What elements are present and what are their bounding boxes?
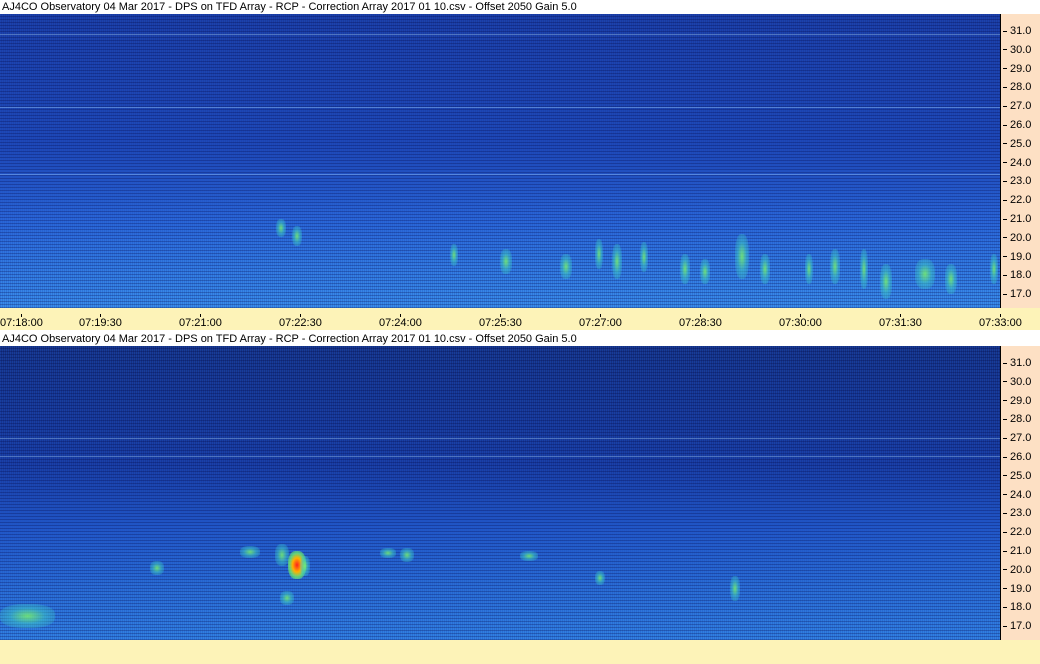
emission-burst — [240, 546, 260, 558]
y-tick-label: 21.0 — [1001, 214, 1031, 225]
time-axis: 07:18:00 07:19:30 07:21:00 07:22:30 07:24:00… — [0, 308, 1040, 330]
x-tick-label: 07:24:00 — [379, 314, 422, 329]
y-tick-label: 22.0 — [1001, 527, 1031, 538]
emission-burst — [400, 548, 414, 562]
y-tick-label: 19.0 — [1001, 583, 1031, 595]
y-tick-label: 27.0 — [1001, 433, 1031, 444]
x-tick-label: 07:28:30 — [679, 314, 722, 329]
x-tick-label: 07:21:00 — [179, 314, 222, 329]
y-tick-label: 26.0 — [1001, 120, 1031, 131]
y-tick-label: 23.0 — [1001, 508, 1031, 519]
time-axis — [0, 640, 1040, 664]
y-tick-label: 28.0 — [1001, 414, 1031, 425]
x-tick-label: 07:30:00 — [779, 314, 822, 329]
emission-burst — [830, 249, 840, 284]
x-tick-label: 07:33:00 — [979, 314, 1022, 329]
emission-burst — [915, 259, 935, 289]
y-tick-label: 31.0 — [1001, 358, 1031, 369]
y-tick-label: 17.0 — [1001, 289, 1031, 300]
emission-burst — [612, 244, 622, 279]
y-tick-label: 21.0 — [1001, 546, 1031, 557]
emission-burst — [880, 264, 892, 299]
y-tick-label: 19.0 — [1001, 251, 1031, 263]
emission-burst — [380, 548, 396, 558]
emission-burst — [280, 591, 294, 605]
x-tick-label: 07:25:30 — [479, 314, 522, 329]
emission-burst — [700, 259, 710, 284]
y-tick-label: 29.0 — [1001, 395, 1031, 407]
x-tick-label: 07:31:30 — [879, 314, 922, 329]
spectrogram-panel-1: AJ4CO Observatory 04 Mar 2017 - DPS on T… — [0, 0, 1040, 330]
panel-title: AJ4CO Observatory 04 Mar 2017 - DPS on T… — [0, 332, 1040, 346]
x-tick-label: 07:19:30 — [79, 314, 122, 329]
emission-burst — [730, 576, 740, 601]
emission-burst — [450, 244, 458, 266]
emission-burst — [945, 264, 957, 294]
y-tick-label: 30.0 — [1001, 44, 1031, 56]
y-tick-label: 22.0 — [1001, 195, 1031, 206]
emission-burst — [990, 254, 998, 284]
y-tick-label: 25.0 — [1001, 470, 1031, 482]
spectrogram-image — [0, 346, 1000, 640]
frequency-axis: 31.0 30.0 29.0 28.0 27.0 26.0 25.0 24.0 23.0 22.0… — [1000, 14, 1040, 308]
emission-burst — [680, 254, 690, 284]
emission-burst — [276, 219, 286, 237]
emission-burst — [500, 249, 512, 274]
y-tick-label: 18.0 — [1001, 602, 1031, 613]
emission-burst — [150, 561, 164, 575]
y-tick-label: 27.0 — [1001, 101, 1031, 112]
x-tick-label: 07:27:00 — [579, 314, 622, 329]
y-tick-label: 31.0 — [1001, 26, 1031, 37]
y-tick-label: 17.0 — [1001, 621, 1031, 632]
spectrogram-image — [0, 14, 1000, 308]
y-tick-label: 25.0 — [1001, 138, 1031, 150]
emission-burst — [735, 234, 749, 279]
y-tick-label: 29.0 — [1001, 63, 1031, 75]
emission-burst — [640, 242, 648, 272]
y-tick-label: 28.0 — [1001, 82, 1031, 93]
emission-burst — [560, 254, 572, 279]
x-tick-label: 07:18:00 — [0, 314, 43, 329]
y-tick-label: 24.0 — [1001, 489, 1031, 501]
emission-burst — [300, 556, 310, 576]
panel-title: AJ4CO Observatory 04 Mar 2017 - DPS on T… — [0, 0, 1040, 14]
y-tick-label: 24.0 — [1001, 157, 1031, 169]
y-tick-label: 30.0 — [1001, 376, 1031, 388]
x-tick-label: 07:22:30 — [279, 314, 322, 329]
emission-burst — [520, 551, 538, 561]
emission-burst — [275, 544, 289, 566]
emission-burst — [595, 239, 603, 269]
emission-burst — [805, 254, 813, 284]
y-tick-label: 18.0 — [1001, 270, 1031, 281]
emission-burst — [760, 254, 770, 284]
y-tick-label: 26.0 — [1001, 452, 1031, 463]
frequency-axis: 31.0 30.0 29.0 28.0 27.0 26.0 25.0 24.0 23.0 22.0… — [1000, 346, 1040, 640]
y-tick-label: 23.0 — [1001, 176, 1031, 187]
y-tick-label: 20.0 — [1001, 564, 1031, 576]
emission-burst — [292, 226, 302, 246]
emission-burst — [595, 571, 605, 585]
y-tick-label: 20.0 — [1001, 232, 1031, 244]
emission-burst — [0, 604, 55, 628]
spectrogram-panel-2: AJ4CO Observatory 04 Mar 2017 - DPS on T… — [0, 332, 1040, 664]
emission-burst — [860, 249, 868, 289]
